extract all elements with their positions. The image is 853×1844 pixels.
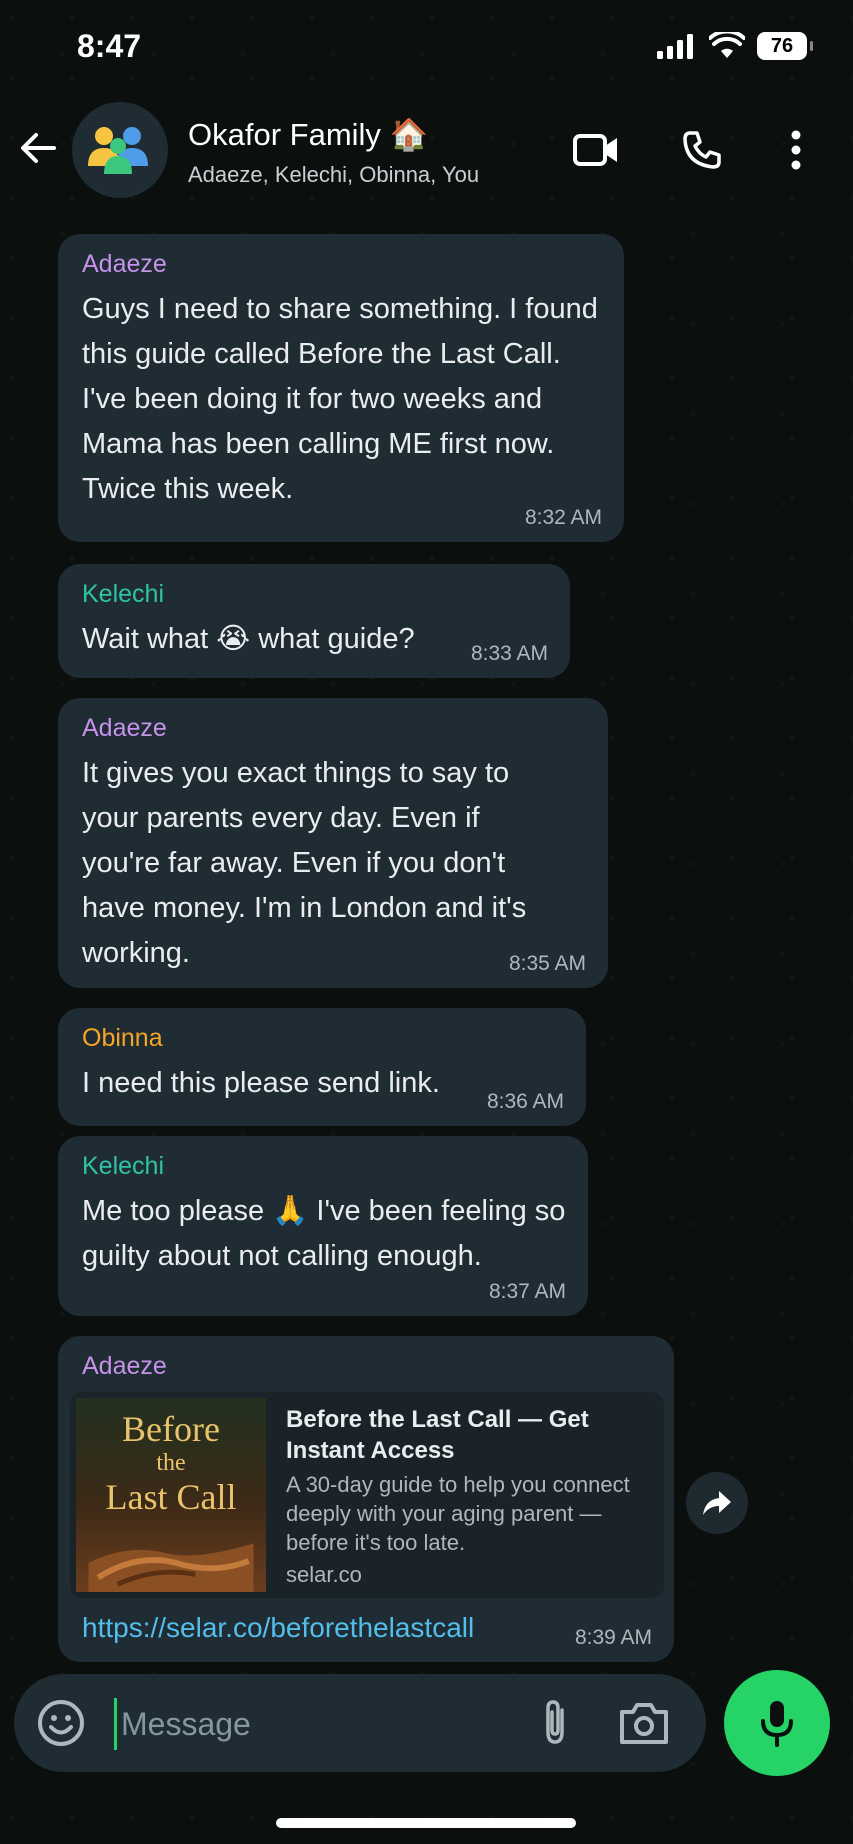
message-time: 8:35 AM	[508, 952, 586, 975]
chat-header: Okafor Family 🏠 Adaeze, Kelechi, Obinna,…	[0, 96, 853, 206]
clasped-hands-illustration	[88, 1543, 254, 1592]
sender-name: Obinna	[82, 1024, 163, 1052]
thumbnail-title: Before the Last Call	[105, 1409, 237, 1517]
link-preview-description: A 30-day guide to help you connect deepl…	[286, 1472, 630, 1555]
message-time: 8:33 AM	[470, 642, 548, 665]
phone-icon	[683, 131, 721, 169]
status-bar: 8:47 76	[0, 0, 853, 96]
camera-button[interactable]	[618, 1698, 670, 1748]
message-bubble[interactable]: Adaeze It gives you exact things to say …	[58, 698, 608, 988]
message-input[interactable]	[114, 1698, 503, 1750]
message-time: 8:37 AM	[488, 1280, 566, 1303]
link-preview-title: Before the Last Call — Get Instant Acces…	[286, 1406, 589, 1464]
voice-call-button[interactable]	[678, 126, 726, 174]
smiley-icon	[38, 1700, 84, 1746]
link-preview-card[interactable]: Before the Last Call Before the Last Cal…	[70, 1392, 664, 1598]
message-bubble[interactable]: Obinna I need this please send link. 8:3…	[58, 1008, 586, 1126]
message-text: It gives you exact things to say to your…	[82, 757, 527, 969]
message-bubble[interactable]: Adaeze Guys I need to share something. I…	[58, 234, 624, 542]
message-text: Me too please 🙏 I've been feeling so gui…	[82, 1195, 566, 1272]
camera-icon	[620, 1703, 668, 1744]
back-button[interactable]	[16, 126, 60, 170]
link-message-bubble[interactable]: Adaeze Before the Last Call Before the L…	[58, 1336, 674, 1662]
more-options-button[interactable]	[772, 126, 820, 174]
chat-participants[interactable]: Adaeze, Kelechi, Obinna, You	[188, 162, 479, 188]
status-icons: 76	[657, 32, 813, 60]
chat-title[interactable]: Okafor Family 🏠	[188, 116, 428, 153]
video-call-button[interactable]	[572, 126, 620, 174]
thumbnail-line: Last Call	[105, 1477, 237, 1517]
battery-indicator: 76	[757, 32, 813, 60]
home-indicator[interactable]	[276, 1818, 576, 1828]
message-time: 8:32 AM	[524, 506, 602, 529]
voice-message-button[interactable]	[724, 1670, 830, 1776]
message-link[interactable]: https://selar.co/beforethelastcall	[82, 1612, 474, 1644]
sender-name: Adaeze	[82, 714, 167, 742]
arrow-left-icon	[21, 133, 56, 163]
video-camera-icon	[573, 134, 617, 166]
attach-button[interactable]	[530, 1698, 580, 1748]
message-time: 8:36 AM	[486, 1090, 564, 1113]
forward-arrow-icon	[703, 1491, 731, 1515]
group-avatar[interactable]	[72, 102, 168, 198]
microphone-icon	[761, 1701, 793, 1747]
thumbnail-line: Before	[122, 1409, 220, 1449]
message-bubble[interactable]: Kelechi Me too please 🙏 I've been feelin…	[58, 1136, 588, 1316]
message-composer	[14, 1674, 706, 1772]
link-preview-domain: selar.co	[286, 1562, 362, 1587]
sender-name: Adaeze	[82, 250, 167, 278]
wifi-icon	[709, 32, 745, 58]
status-time: 8:47	[77, 28, 142, 64]
sender-name: Kelechi	[82, 580, 164, 608]
message-bubble[interactable]: Kelechi Wait what 😭 what guide? 8:33 AM	[58, 564, 570, 678]
message-text: Guys I need to share something. I found …	[82, 293, 598, 505]
more-vertical-icon	[791, 130, 801, 170]
link-preview-thumbnail: Before the Last Call	[76, 1398, 266, 1592]
sender-name: Kelechi	[82, 1152, 164, 1180]
message-time: 8:39 AM	[574, 1626, 652, 1649]
group-people-icon	[88, 127, 148, 174]
forward-button[interactable]	[686, 1472, 748, 1534]
emoji-button[interactable]	[36, 1698, 86, 1748]
thumbnail-line: the	[156, 1450, 186, 1476]
paperclip-icon	[546, 1700, 564, 1744]
signal-icon	[657, 34, 693, 59]
sender-name: Adaeze	[82, 1352, 167, 1380]
